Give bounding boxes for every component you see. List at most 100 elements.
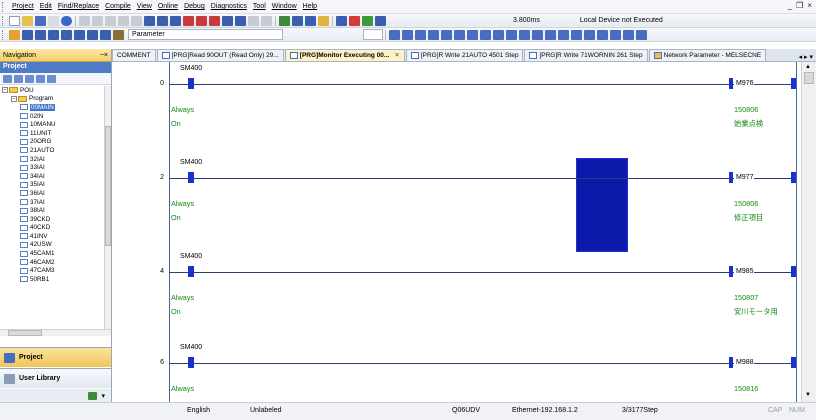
scroll-thumb[interactable]	[8, 330, 42, 336]
online-change-icon[interactable]	[279, 15, 290, 26]
instruction-icon[interactable]	[454, 29, 465, 40]
vline-icon[interactable]	[480, 29, 491, 40]
tree-item[interactable]: 11UNIT	[0, 129, 104, 138]
tab-scroll-arrows[interactable]: ◂ ▸ ▾	[796, 53, 816, 61]
tree-item[interactable]: 32IAI	[0, 155, 104, 164]
verify-plc-icon[interactable]	[170, 15, 181, 26]
scroll-thumb[interactable]	[804, 72, 814, 84]
tree-item[interactable]: 45CAM1	[0, 249, 104, 258]
comment-edit-icon[interactable]	[597, 29, 608, 40]
help-icon[interactable]	[61, 15, 72, 26]
sampling-icon[interactable]	[305, 15, 316, 26]
redo-icon[interactable]	[131, 15, 142, 26]
monitor-all-icon[interactable]	[209, 15, 220, 26]
tree-item[interactable]: 40CKD	[0, 224, 104, 233]
invert-icon[interactable]	[571, 29, 582, 40]
tree-item[interactable]: − POU	[0, 86, 104, 95]
stop-icon[interactable]	[362, 15, 373, 26]
rising-pulse-close-icon[interactable]	[545, 29, 556, 40]
contact-symbol[interactable]	[188, 78, 194, 89]
new-data-icon[interactable]	[3, 74, 12, 83]
collapse-icon[interactable]: −	[2, 87, 8, 94]
menu-diagnostics[interactable]: Diagnostics	[208, 3, 250, 10]
ladder-vertical-scrollbar[interactable]: ▲ ▼	[801, 62, 816, 402]
parameter-dropdown[interactable]: Parameter	[128, 29, 283, 40]
partial-execute-icon[interactable]	[261, 15, 272, 26]
collapse-icon[interactable]: −	[11, 95, 17, 102]
pin-close-icon[interactable]: −×	[100, 52, 108, 59]
scroll-down-icon[interactable]: ▼	[805, 392, 811, 398]
minimize-icon[interactable]: _	[788, 1, 792, 10]
find-device-icon[interactable]	[100, 29, 111, 40]
tab-network-parameter[interactable]: Network Parameter - MELSECNE	[648, 49, 767, 61]
device-batch-icon[interactable]	[222, 15, 233, 26]
rising-pulse-icon[interactable]	[519, 29, 530, 40]
write-plc-icon[interactable]	[157, 15, 168, 26]
tree-item[interactable]: 00MAIN	[0, 103, 104, 112]
tree-item[interactable]: 47CAM3	[0, 266, 104, 275]
falling-pulse-icon[interactable]	[532, 29, 543, 40]
user-library-button[interactable]: User Library	[0, 368, 111, 388]
tree-item[interactable]: 21AUTO	[0, 146, 104, 155]
menu-tool[interactable]: Tool	[250, 3, 269, 10]
coil-symbol[interactable]	[729, 357, 733, 368]
tree-item[interactable]: 41INV	[0, 232, 104, 241]
delete-vline-icon[interactable]	[506, 29, 517, 40]
close-icon[interactable]: ×	[807, 1, 812, 10]
tree-item[interactable]: 39CKD	[0, 215, 104, 224]
save-icon[interactable]	[35, 15, 46, 26]
tree-item[interactable]: 02IN	[0, 112, 104, 121]
menu-help[interactable]: Help	[300, 3, 320, 10]
watch-window-icon[interactable]	[74, 29, 85, 40]
tab-close-icon[interactable]: ✕	[394, 50, 399, 61]
filter-icon[interactable]	[47, 74, 56, 83]
coil-icon[interactable]	[441, 29, 452, 40]
print-icon[interactable]	[48, 15, 59, 26]
run-icon[interactable]	[349, 15, 360, 26]
tab-read-90out[interactable]: [PRG]Read 90OUT (Read Only) 29...	[156, 49, 284, 61]
tree-item[interactable]: 33IAI	[0, 163, 104, 172]
tree-item[interactable]: 37IAI	[0, 198, 104, 207]
coil-symbol[interactable]	[729, 266, 733, 277]
new-file-icon[interactable]	[9, 15, 20, 26]
menu-window[interactable]: Window	[269, 3, 300, 10]
simulator-icon[interactable]	[336, 15, 347, 26]
falling-pulse-close-icon[interactable]	[558, 29, 569, 40]
open-branch-icon[interactable]	[415, 29, 426, 40]
statement-edit-icon[interactable]	[610, 29, 621, 40]
display-mode-icon[interactable]	[636, 29, 647, 40]
tab-monitor-00main[interactable]: [PRG]Monitor Executing 00... ✕	[284, 49, 405, 61]
tree-item[interactable]: 36IAI	[0, 189, 104, 198]
install-icon[interactable]	[88, 391, 98, 400]
open-folder-icon[interactable]	[22, 15, 33, 26]
element-list-icon[interactable]	[22, 29, 33, 40]
tree-item[interactable]: 46CAM2	[0, 258, 104, 267]
contact-symbol[interactable]	[188, 172, 194, 183]
scroll-thumb[interactable]	[105, 126, 111, 246]
menu-find-replace[interactable]: Find/Replace	[55, 3, 102, 10]
tab-comment[interactable]: COMMENT	[112, 49, 156, 61]
move-down-icon[interactable]	[36, 74, 45, 83]
tree-item[interactable]: − Program	[0, 95, 104, 104]
paste-icon[interactable]	[105, 15, 116, 26]
tree-item[interactable]: 38IAI	[0, 206, 104, 215]
menu-online[interactable]: Online	[155, 3, 181, 10]
note-edit-icon[interactable]	[623, 29, 634, 40]
copy-icon[interactable]	[92, 15, 103, 26]
tree-vertical-scrollbar[interactable]	[104, 86, 111, 329]
tree-item[interactable]: 34IAI	[0, 172, 104, 181]
selection-cursor[interactable]	[576, 158, 628, 252]
diagnostics-icon[interactable]	[292, 15, 303, 26]
footer-menu-icon[interactable]: ▾	[101, 392, 105, 400]
pause-icon[interactable]	[375, 15, 386, 26]
monitor-start-icon[interactable]	[183, 15, 194, 26]
coil-symbol[interactable]	[729, 78, 733, 89]
undo-icon[interactable]	[118, 15, 129, 26]
trace-icon[interactable]	[318, 15, 329, 26]
tree-item[interactable]: 50RB1	[0, 275, 104, 284]
tab-write-71wornin[interactable]: [PRG]R Write 71WORNIN 261 Step	[524, 49, 648, 61]
watch-icon[interactable]	[235, 15, 246, 26]
tree-item[interactable]: 35IAI	[0, 181, 104, 190]
zoom-dropdown[interactable]	[363, 29, 383, 40]
tree-item[interactable]: 42USW	[0, 241, 104, 250]
